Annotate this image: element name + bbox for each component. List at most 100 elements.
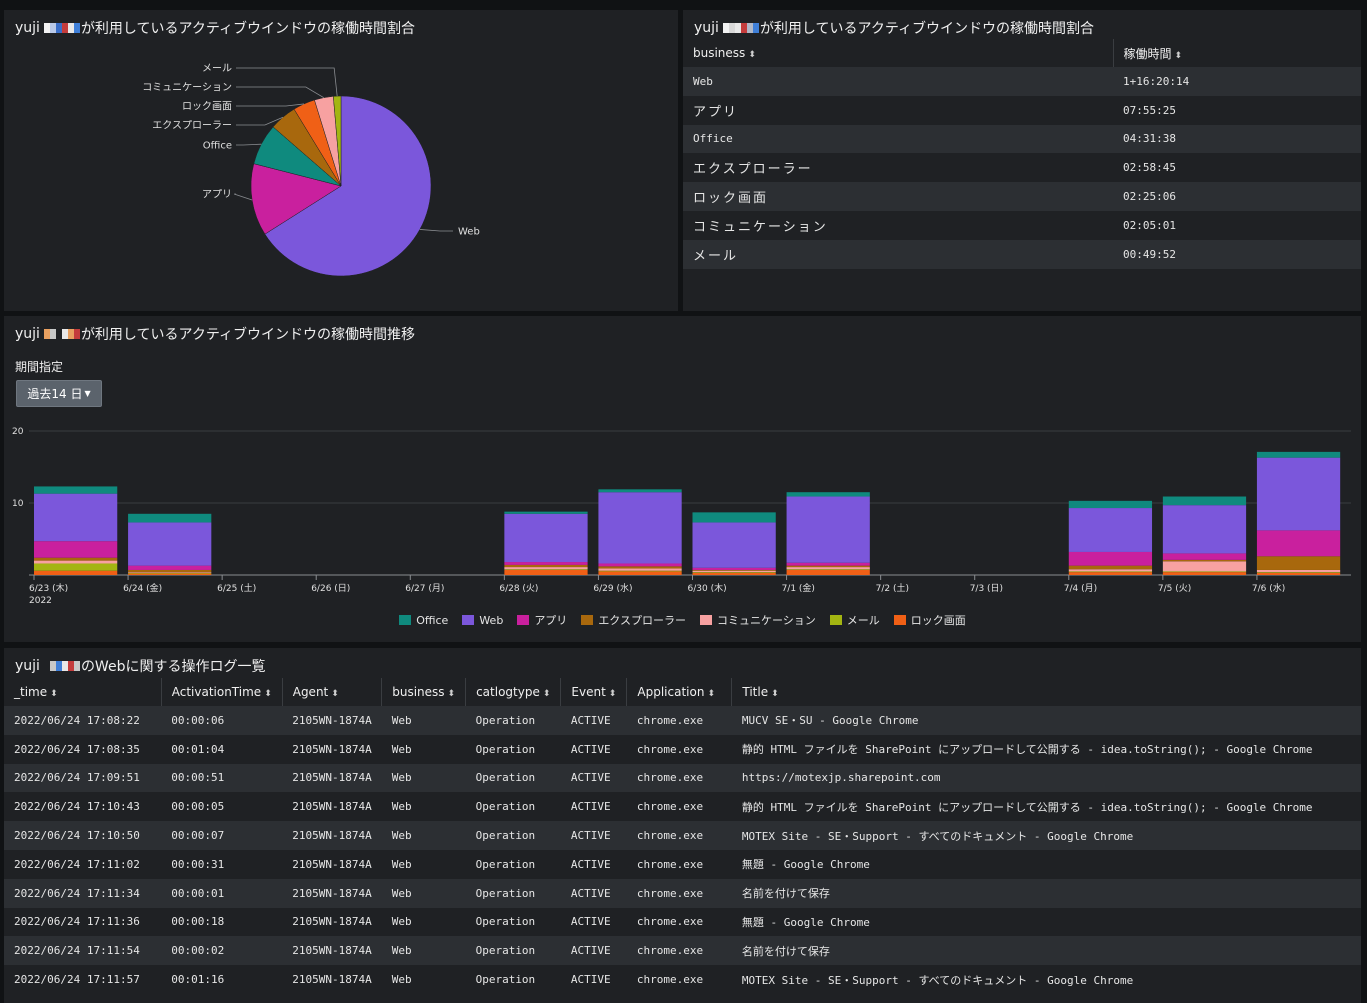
event-cell: ACTIVE [560,936,627,966]
legend-swatch [399,615,412,625]
table-row[interactable]: 2022/06/24 17:11:02 00:00:31 2105WN-1874A W… [4,849,1361,879]
bar-segment [1256,572,1341,575]
table-row[interactable]: 2022/06/24 17:10:50 00:00:07 2105WN-1874A W… [4,821,1361,850]
duration-cell: 1+16:20:14 [1113,67,1361,96]
table-row[interactable]: 2022/06/24 17:11:57 00:01:16 2105WN-1874A W… [4,965,1361,994]
legend-item[interactable]: Web [462,612,503,628]
agent-cell: 2105WN-1874A [282,965,382,994]
table-row[interactable]: 2022/06/24 17:10:43 00:00:05 2105WN-1874A W… [4,792,1361,822]
application-cell: chrome.exe [626,821,732,850]
column-header-catlogtype[interactable]: catlogtype ⬍ [465,678,562,706]
bar-segment [128,569,212,573]
application-cell: chrome.exe [626,792,732,822]
pie-label: ロック画面 [182,101,232,113]
agent-cell: 2105WN-1874A [282,878,382,908]
log-panel: yuji のWebに関する操作ログ一覧 _time ⬍ ActivationTime… [4,648,1361,1003]
activation-time-cell: 00:01:16 [161,965,283,994]
legend-item[interactable]: アプリ [517,612,567,628]
bar-segment [34,557,118,561]
activation-time-cell: 00:00:18 [161,907,283,937]
column-header-event[interactable]: Event ⬍ [560,678,628,706]
legend-item[interactable]: Office [399,612,448,628]
bar-segment [128,572,212,574]
agent-cell: 2105WN-1874A [282,849,382,879]
bar-segment [598,492,682,564]
business-cell: Web [381,821,466,850]
legend-item[interactable]: エクスプローラー [581,612,686,628]
duration-cell: 02:25:06 [1113,182,1361,211]
x-tick-label: 6/26 (日) [311,583,350,594]
title-cell: 名前を付けて保存 [731,878,1361,908]
column-header-time[interactable]: _time ⬍ [4,678,162,706]
legend-item[interactable]: メール [829,612,880,628]
legend-swatch [581,615,594,625]
sort-icon: ⬍ [1174,50,1183,61]
table-row[interactable]: Office 04:31:38 [683,124,1361,154]
bar-segment [1256,572,1341,573]
column-header-business[interactable]: business ⬍ [683,39,1114,67]
period-label: 期間指定 [15,360,64,374]
x-tick-label: 7/6 (水) [1252,582,1285,594]
x-tick-label: 6/24 (金) [123,582,162,594]
x-tick-label: 6/23 (木) [29,582,68,594]
table-row[interactable]: 2022/06/24 17:08:22 00:00:06 2105WN-1874A W… [4,706,1361,735]
stacked-bar-chart: 10 20 6/23 (木) 2022 6/24 (金) 6/25 (土) 6/26 (日)… [12,427,1351,606]
business-cell: Web [381,936,466,966]
bar-segment [34,570,118,575]
bar-segment [692,512,776,523]
table-row[interactable]: エクスプローラー 02:58:45 [683,153,1361,183]
column-header-application[interactable]: Application ⬍ [626,678,733,706]
leader-line [236,143,262,146]
sort-icon: ⬍ [707,689,715,699]
bar-segment [1068,569,1153,572]
table-row[interactable]: 2022/06/24 17:09:51 00:00:51 2105WN-1874A W… [4,763,1361,793]
trend-panel: yuji が利用しているアクティブウインドウの稼働時間推移 期間指定 過去14 … [4,316,1361,642]
table-row[interactable]: Web 1+16:20:14 [683,67,1361,96]
activation-time-cell: 00:00:07 [161,821,283,850]
column-header-agent[interactable]: Agent ⬍ [282,678,383,706]
pie-label: エクスプローラー [152,120,232,132]
bar-segment [1162,553,1247,560]
legend-item[interactable]: ロック画面 [893,612,966,628]
duration-cell: 02:05:01 [1113,210,1361,240]
table-row[interactable]: 2022/06/24 17:11:54 00:00:02 2105WN-1874A W… [4,936,1361,966]
log-table: _time ⬍ ActivationTime ⬍ Agent ⬍ business ⬍ catl… [4,678,1361,994]
leader-line [236,86,325,99]
catlogtype-cell: Operation [465,821,561,850]
legend-item[interactable]: コミュニケーション [699,612,816,628]
column-header-duration[interactable]: 稼働時間 ⬍ [1113,39,1361,67]
leader-line [233,193,253,201]
bar-segment [598,570,682,572]
legend-swatch [517,615,530,625]
bar-segment [1162,505,1247,554]
table-row[interactable]: メール 00:49:52 [683,239,1361,269]
column-header-business[interactable]: business ⬍ [381,678,467,706]
table-row[interactable]: 2022/06/24 17:08:35 00:01:04 2105WN-1874A W… [4,734,1361,764]
sort-icon: ⬍ [748,50,756,60]
sort-icon: ⬍ [542,689,551,699]
column-header-activation-time[interactable]: ActivationTime ⬍ [161,678,283,706]
bar-segment [1162,559,1247,562]
business-cell: Web [381,878,466,908]
title-cell: 無題 - Google Chrome [731,907,1361,937]
event-cell: ACTIVE [560,792,627,822]
time-cell: 2022/06/24 17:10:43 [4,792,162,822]
table-row[interactable]: ロック画面 02:25:06 [683,182,1361,211]
column-header-title[interactable]: Title ⬍ [731,678,1361,706]
time-range-dropdown[interactable]: 過去14 日 ▼ [16,380,102,407]
table-row[interactable]: 2022/06/24 17:11:36 00:00:18 2105WN-1874A W… [4,907,1361,937]
table-row[interactable]: コミュニケーション 02:05:01 [683,210,1361,240]
redacted-name [43,329,80,339]
chart-legend: Office Web アプリ エクスプローラー コミュニケーション メール ロック画面 [4,612,1361,628]
bar-segment [598,571,682,575]
x-tick-label: 6/25 (土) [217,582,256,594]
bar-segment [504,513,588,563]
table-row[interactable]: アプリ 07:55:25 [683,95,1361,125]
application-cell: chrome.exe [626,734,732,764]
table-row[interactable]: 2022/06/24 17:11:34 00:00:01 2105WN-1874A W… [4,878,1361,908]
leader-line [419,229,453,232]
duration-cell: 02:58:45 [1113,153,1361,183]
title-cell: MOTEX Site - SE・Support - すべてのドキュメント - G… [731,821,1361,850]
sort-icon: ⬍ [447,689,456,699]
pie-panel-title: yuji が利用しているアクティブウインドウの稼働時間割合 [15,20,415,37]
